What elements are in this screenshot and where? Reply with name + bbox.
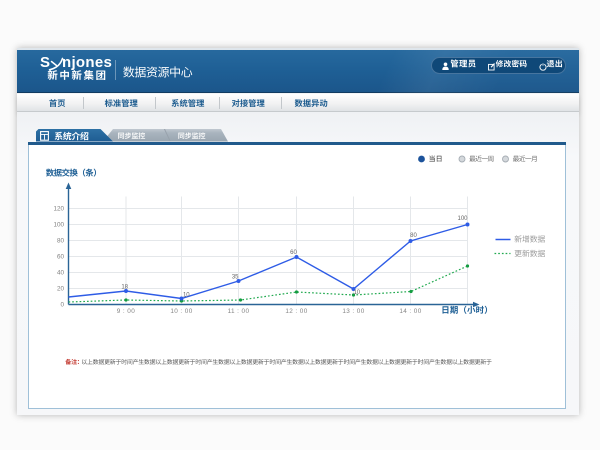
svg-text:20: 20 [56,285,64,292]
svg-text:11 : 00: 11 : 00 [227,308,249,315]
svg-text:35: 35 [231,274,238,280]
svg-text:10: 10 [182,292,189,298]
svg-text:120: 120 [53,205,64,212]
svg-text:100: 100 [53,221,64,228]
svg-text:80: 80 [410,233,417,239]
svg-text:60: 60 [56,253,64,260]
svg-text:14 : 00: 14 : 00 [399,308,421,315]
svg-text:18: 18 [121,284,128,290]
svg-text:12 : 00: 12 : 00 [285,308,307,315]
svg-text:13 : 00: 13 : 00 [342,308,364,315]
svg-text:80: 80 [56,237,64,244]
svg-text:10: 10 [353,290,360,296]
svg-text:10 : 00: 10 : 00 [170,308,192,315]
svg-text:9 : 00: 9 : 00 [116,308,134,315]
svg-text:100: 100 [457,216,468,222]
svg-text:0: 0 [60,301,64,308]
svg-text:60: 60 [290,250,297,256]
svg-text:40: 40 [56,269,64,276]
